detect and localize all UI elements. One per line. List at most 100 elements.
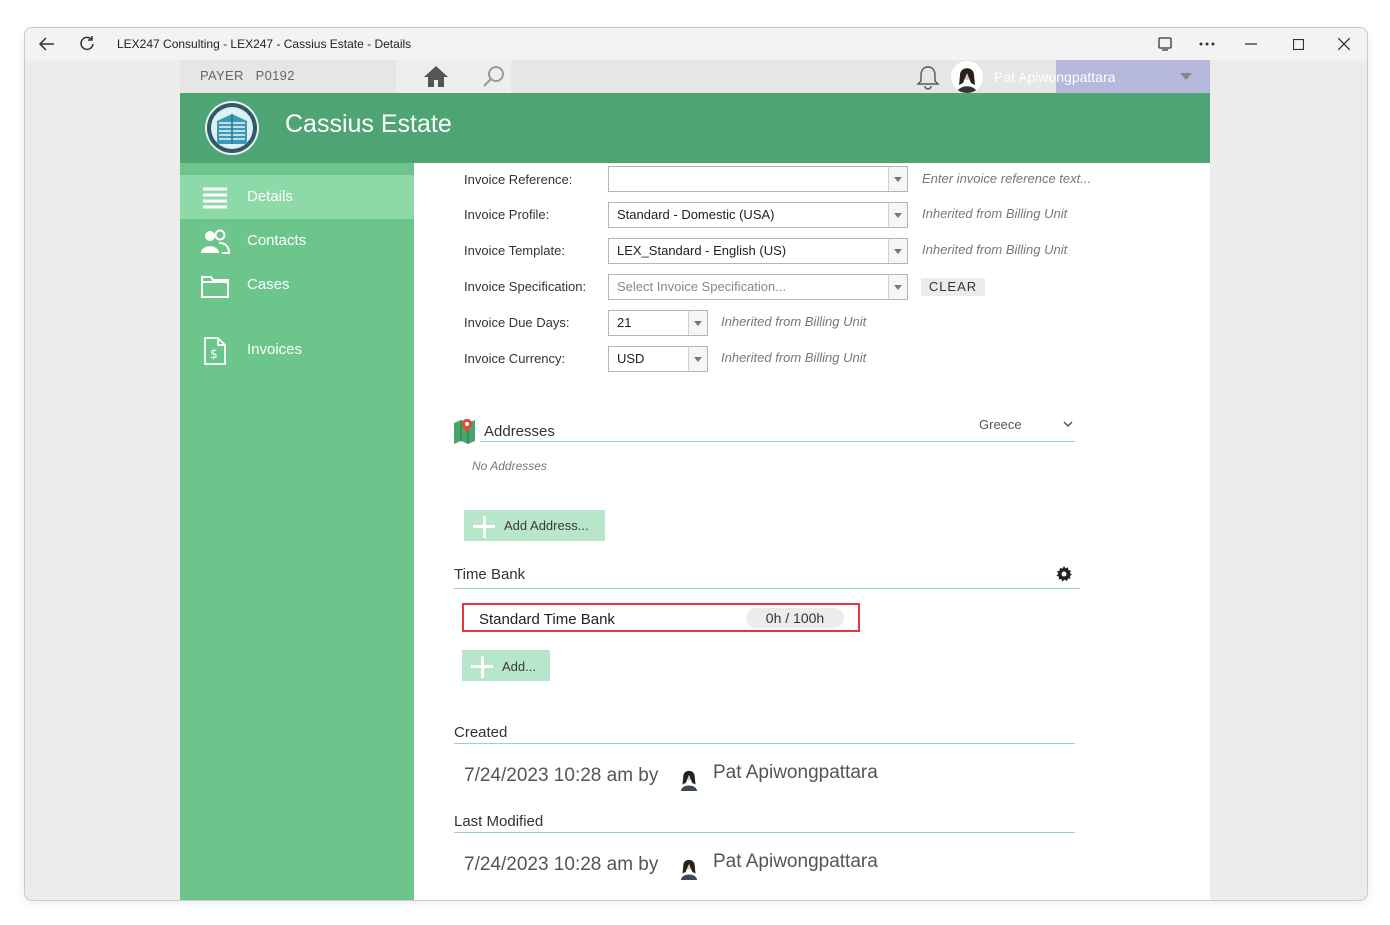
invoice-profile-hint: Inherited from Billing Unit <box>922 206 1068 221</box>
search-icon <box>483 66 504 87</box>
browser-window: LEX247 Consulting - LEX247 - Cassius Est… <box>24 27 1368 901</box>
created-date: 7/24/2023 10:28 am by <box>464 765 659 786</box>
invoice-currency-label: Invoice Currency: <box>464 351 566 366</box>
add-time-bank-button[interactable]: Add... <box>462 650 550 681</box>
invoice-due-days-label: Invoice Due Days: <box>464 315 570 330</box>
invoice-template-hint: Inherited from Billing Unit <box>922 242 1068 257</box>
time-bank-title: Time Bank <box>454 566 526 583</box>
dropdown-arrow-icon[interactable] <box>688 347 707 371</box>
minimize-button[interactable] <box>1237 32 1265 56</box>
time-bank-divider <box>454 588 1080 589</box>
sidebar: Details Contacts Cases $ Invoices <box>180 163 414 900</box>
invoice-specification-select[interactable]: Select Invoice Specification... <box>608 274 908 300</box>
time-bank-usage-badge: 0h / 100h <box>746 608 844 628</box>
invoice-reference-hint: Enter invoice reference text... <box>922 171 1092 186</box>
dropdown-arrow-icon[interactable] <box>688 311 707 335</box>
maximize-button[interactable] <box>1284 32 1312 56</box>
time-bank-name: Standard Time Bank <box>479 611 615 628</box>
page-title: Cassius Estate <box>285 110 452 138</box>
app-page: PAYER P0192 Pat Apiwongpattara Cassius E… <box>180 60 1210 900</box>
last-modified-divider <box>454 832 1075 833</box>
refresh-icon <box>80 36 94 51</box>
cast-button[interactable] <box>1151 32 1179 56</box>
map-pin-icon <box>454 419 475 444</box>
home-icon <box>424 66 448 87</box>
bell-icon <box>916 66 940 90</box>
add-address-label: Add Address... <box>504 518 589 533</box>
dropdown-arrow-icon[interactable] <box>888 239 907 263</box>
invoice-template-value: LEX_Standard - English (US) <box>617 243 787 258</box>
user-avatar[interactable] <box>951 61 983 93</box>
home-button[interactable] <box>422 64 450 93</box>
invoice-reference-field[interactable] <box>608 166 908 192</box>
sidebar-item-invoices[interactable]: $ Invoices <box>180 328 414 372</box>
created-divider <box>454 743 1075 744</box>
clear-button[interactable]: CLEAR <box>921 278 985 296</box>
no-addresses-text: No Addresses <box>472 459 547 473</box>
invoice-due-days-hint: Inherited from Billing Unit <box>721 314 867 329</box>
addresses-title: Addresses <box>484 423 555 440</box>
invoice-profile-select[interactable]: Standard - Domestic (USA) <box>608 202 908 228</box>
sidebar-item-cases[interactable]: Cases <box>180 263 414 307</box>
last-modified-user-avatar <box>676 854 702 880</box>
dropdown-arrow-icon[interactable] <box>888 203 907 227</box>
invoice-icon: $ <box>204 337 226 365</box>
back-button[interactable] <box>33 32 61 56</box>
sidebar-item-label: Contacts <box>247 232 307 249</box>
invoice-profile-label: Invoice Profile: <box>464 207 550 222</box>
plus-icon <box>473 516 495 538</box>
created-title: Created <box>454 724 508 741</box>
people-icon <box>201 229 230 254</box>
search-button[interactable] <box>482 65 506 94</box>
main-content: Invoice Reference: Enter invoice referen… <box>414 163 1210 900</box>
created-user-avatar <box>676 765 702 791</box>
title-bar: LEX247 Consulting - LEX247 - Cassius Est… <box>25 28 1367 60</box>
cast-icon <box>1158 37 1172 51</box>
building-logo-icon <box>207 103 257 153</box>
dropdown-arrow-icon[interactable] <box>888 167 907 191</box>
payer-info: PAYER P0192 <box>200 68 307 83</box>
more-button[interactable] <box>1193 32 1221 56</box>
last-modified-user-name[interactable]: Pat Apiwongpattara <box>713 851 878 873</box>
sidebar-item-label: Details <box>247 188 293 205</box>
gear-icon[interactable] <box>1056 566 1072 582</box>
last-modified-title: Last Modified <box>454 813 544 830</box>
notifications-button[interactable] <box>916 64 940 95</box>
time-bank-entry[interactable]: Standard Time Bank 0h / 100h <box>462 603 860 632</box>
sidebar-item-contacts[interactable]: Contacts <box>180 219 414 263</box>
plus-icon <box>471 656 493 678</box>
add-time-bank-label: Add... <box>502 659 536 674</box>
user-photo-icon <box>680 859 698 880</box>
addresses-divider <box>480 441 1075 442</box>
add-address-button[interactable]: Add Address... <box>464 510 605 541</box>
created-user-name[interactable]: Pat Apiwongpattara <box>713 762 878 784</box>
folder-icon <box>201 276 229 298</box>
svg-text:$: $ <box>210 347 218 361</box>
user-name: Pat Apiwongpattara <box>994 69 1116 85</box>
page-header: Cassius Estate <box>180 93 1210 163</box>
invoice-template-select[interactable]: LEX_Standard - English (US) <box>608 238 908 264</box>
sidebar-item-label: Invoices <box>247 341 303 358</box>
list-icon <box>203 187 227 209</box>
nav-tools <box>396 60 511 93</box>
window-title: LEX247 Consulting - LEX247 - Cassius Est… <box>117 37 412 51</box>
user-photo-icon <box>957 68 977 93</box>
top-bar: PAYER P0192 Pat Apiwongpattara <box>180 60 1210 93</box>
chevron-down-icon <box>1063 421 1073 428</box>
sidebar-item-details[interactable]: Details <box>180 175 414 219</box>
payer-code: P0192 <box>255 68 295 83</box>
sidebar-item-label: Cases <box>247 276 290 293</box>
invoice-due-days-select[interactable]: 21 <box>608 310 708 336</box>
country-select[interactable]: Greece <box>979 417 1073 432</box>
invoice-template-label: Invoice Template: <box>464 243 565 258</box>
refresh-button[interactable] <box>73 32 101 56</box>
company-logo <box>205 101 259 155</box>
chevron-down-icon <box>1180 73 1192 80</box>
invoice-currency-select[interactable]: USD <box>608 346 708 372</box>
invoice-currency-value: USD <box>617 351 645 366</box>
last-modified-date: 7/24/2023 10:28 am by <box>464 854 659 875</box>
close-button[interactable] <box>1330 32 1358 56</box>
dropdown-arrow-icon[interactable] <box>888 275 907 299</box>
maximize-icon <box>1292 38 1304 50</box>
invoice-specification-label: Invoice Specification: <box>464 279 587 294</box>
